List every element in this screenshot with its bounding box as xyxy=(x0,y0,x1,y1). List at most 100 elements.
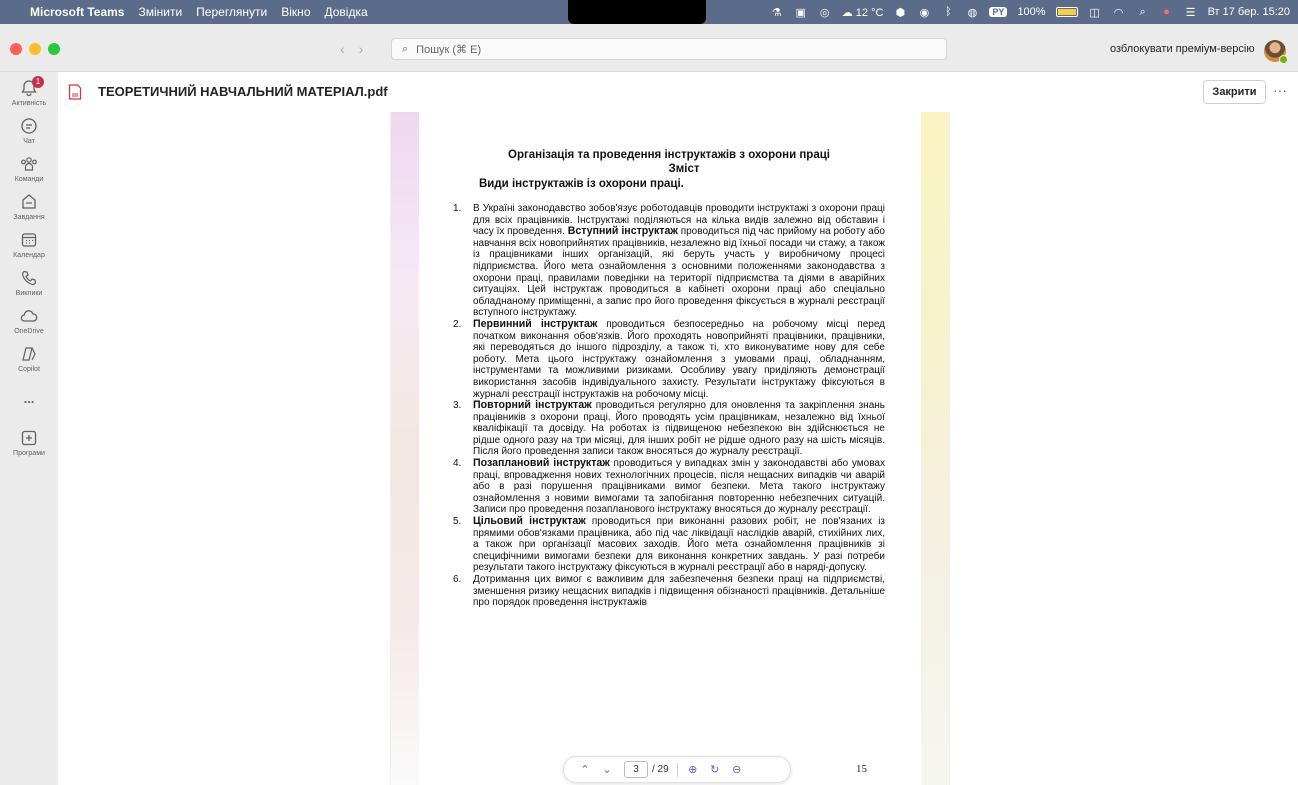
list-number: 6. xyxy=(453,574,462,585)
camera-notch xyxy=(568,0,706,24)
cloud-icon xyxy=(20,310,38,322)
zoom-in-icon[interactable]: ⊕ xyxy=(682,763,704,776)
rail-label-apps: Програми xyxy=(13,450,45,457)
list-text: проводиться під час прийому на роботу аб… xyxy=(473,226,885,319)
pdf-page: Організація та проведення інструктажів з… xyxy=(390,112,950,785)
pager-divider xyxy=(676,762,678,777)
bluetooth-icon[interactable]: ᛒ xyxy=(941,6,955,18)
calendar-icon xyxy=(21,233,37,247)
document-heading: Організація та проведення інструктажів з… xyxy=(508,149,830,161)
airplay-icon[interactable]: ◫ xyxy=(1088,6,1102,19)
app-menu[interactable]: Microsoft Teams xyxy=(30,5,124,19)
wifi-icon[interactable]: ◠ xyxy=(1112,6,1126,19)
copilot-icon xyxy=(22,347,36,361)
list-item: 6. Дотримання цих вимог є важливим для за… xyxy=(453,574,885,609)
menu-view[interactable]: Переглянути xyxy=(196,5,267,19)
rail-item-assignments[interactable]: Завдання xyxy=(0,192,58,221)
document-body: Організація та проведення інструктажів з… xyxy=(453,148,885,609)
list-term: Вступний інструктаж xyxy=(567,225,678,238)
pdf-page-controls: ⌃ ⌄ 3 / 29 ⊕ ↻ ⊖ xyxy=(563,756,791,783)
rail-item-more[interactable]: ... xyxy=(0,390,58,408)
rail-item-activity[interactable]: 1 Активність xyxy=(0,76,58,107)
more-options-icon[interactable]: ··· xyxy=(1273,82,1287,98)
list-term: Первинний інструктаж xyxy=(473,317,598,330)
rail-item-calendar[interactable]: Календар xyxy=(0,230,58,259)
list-number: 2. xyxy=(453,318,462,330)
zoom-window-button[interactable] xyxy=(48,43,60,55)
clock[interactable]: Вт 17 бер. 15:20 xyxy=(1208,6,1290,18)
back-arrow-icon[interactable]: ‹ xyxy=(340,41,345,57)
rail-item-onedrive[interactable]: OneDrive xyxy=(0,306,58,335)
list-term: Позаплановий інструктаж xyxy=(473,457,610,470)
history-nav: ‹ › xyxy=(340,41,363,57)
user-avatar[interactable] xyxy=(1264,40,1288,64)
search-icon: ⌕ xyxy=(402,42,409,55)
instruction-list: 1. В Україні законодавство зобов'язує роб… xyxy=(453,203,885,609)
assignments-icon xyxy=(22,194,36,209)
screen-icon[interactable]: ◎ xyxy=(818,6,832,19)
rail-label-copilot: Copilot xyxy=(18,366,40,373)
macos-menu-bar: Microsoft Teams Змінити Переглянути Вікн… xyxy=(0,0,1298,24)
file-viewer-pane: ТЕОРЕТИЧНИЙ НАВЧАЛЬНИЙ МАТЕРІАЛ.pdf Закр… xyxy=(58,72,1298,785)
window-controls xyxy=(10,43,60,55)
focus-icon[interactable]: ◍ xyxy=(965,6,979,19)
weather-widget[interactable]: ☁ 12 °C xyxy=(842,6,884,19)
chat-icon xyxy=(21,118,37,134)
list-term: Повторний інструктаж xyxy=(473,399,592,412)
rail-label-teams: Команди xyxy=(14,176,44,183)
rail-item-chat[interactable]: Чат xyxy=(0,116,58,145)
close-file-button[interactable]: Закрити xyxy=(1203,80,1266,104)
list-item: 2. Первинний інструктаж проводиться безпо… xyxy=(453,317,885,400)
unlock-premium-link[interactable]: озблокувати преміум-версію xyxy=(1110,43,1255,55)
file-title: ТЕОРЕТИЧНИЙ НАВЧАЛЬНИЙ МАТЕРІАЛ.pdf xyxy=(98,84,388,99)
vpn-icon[interactable]: ⬢ xyxy=(893,6,907,19)
zoom-out-icon[interactable]: ⊖ xyxy=(726,763,748,776)
rail-item-calls[interactable]: Виклики xyxy=(0,268,58,297)
rail-label-assignments: Завдання xyxy=(13,214,45,221)
add-apps-icon xyxy=(21,430,37,446)
forward-arrow-icon[interactable]: › xyxy=(359,41,364,57)
rail-label-calls: Виклики xyxy=(15,290,43,297)
presence-available-icon xyxy=(1279,55,1288,64)
list-text: проводиться безпосередньо на робочому мі… xyxy=(473,318,885,400)
rail-item-apps[interactable]: Програми xyxy=(0,428,58,457)
record-icon[interactable]: ● xyxy=(1160,6,1174,18)
search-input[interactable]: ⌕ Пошук (⌘ E) xyxy=(391,38,947,60)
minimize-window-button[interactable] xyxy=(29,43,41,55)
activity-icon[interactable]: ⚗ xyxy=(770,6,784,19)
pdf-file-icon xyxy=(68,84,82,100)
sync-icon[interactable]: ◉ xyxy=(917,6,931,19)
page-decoration-right xyxy=(921,112,949,785)
window-icon[interactable]: ▣ xyxy=(794,6,808,19)
previous-page-icon[interactable]: ⌃ xyxy=(574,763,596,776)
next-page-icon[interactable]: ⌄ xyxy=(596,763,618,776)
rail-item-teams[interactable]: Команди xyxy=(0,154,58,183)
pdf-viewer[interactable]: Організація та проведення інструктажів з… xyxy=(58,112,1298,785)
list-text: Дотримання цих вимог є важливим для забе… xyxy=(473,574,885,609)
page-number-input[interactable]: 3 xyxy=(624,761,648,778)
menu-edit[interactable]: Змінити xyxy=(138,5,182,19)
list-number: 5. xyxy=(453,516,462,528)
search-placeholder: Пошук (⌘ E) xyxy=(416,43,482,56)
spotlight-search-icon[interactable]: ⌕ xyxy=(1136,6,1150,19)
control-center-icon[interactable]: ☰ xyxy=(1184,6,1198,19)
list-number: 4. xyxy=(453,458,462,470)
page-total: / 29 xyxy=(652,764,669,775)
keyboard-layout-indicator[interactable]: PY xyxy=(989,7,1008,17)
rail-item-copilot[interactable]: Copilot xyxy=(0,344,58,373)
rail-label-activity: Активність xyxy=(11,100,47,107)
printed-page-number: 15 xyxy=(856,763,867,775)
menu-window[interactable]: Вікно xyxy=(281,5,310,19)
rail-label-chat: Чат xyxy=(23,138,35,145)
section-heading: Види інструктажів із охорони праці. xyxy=(479,178,684,190)
battery-icon[interactable] xyxy=(1055,7,1078,17)
list-number: 3. xyxy=(453,400,462,412)
battery-percent: 100% xyxy=(1017,6,1046,18)
rotate-icon[interactable]: ↻ xyxy=(704,763,726,776)
rail-label-onedrive: OneDrive xyxy=(14,328,44,335)
list-item: 1. В Україні законодавство зобов'язує роб… xyxy=(453,203,885,319)
activity-badge: 1 xyxy=(32,76,44,88)
page-decoration-left xyxy=(391,112,419,785)
menu-help[interactable]: Довідка xyxy=(325,5,368,19)
close-window-button[interactable] xyxy=(10,43,22,55)
